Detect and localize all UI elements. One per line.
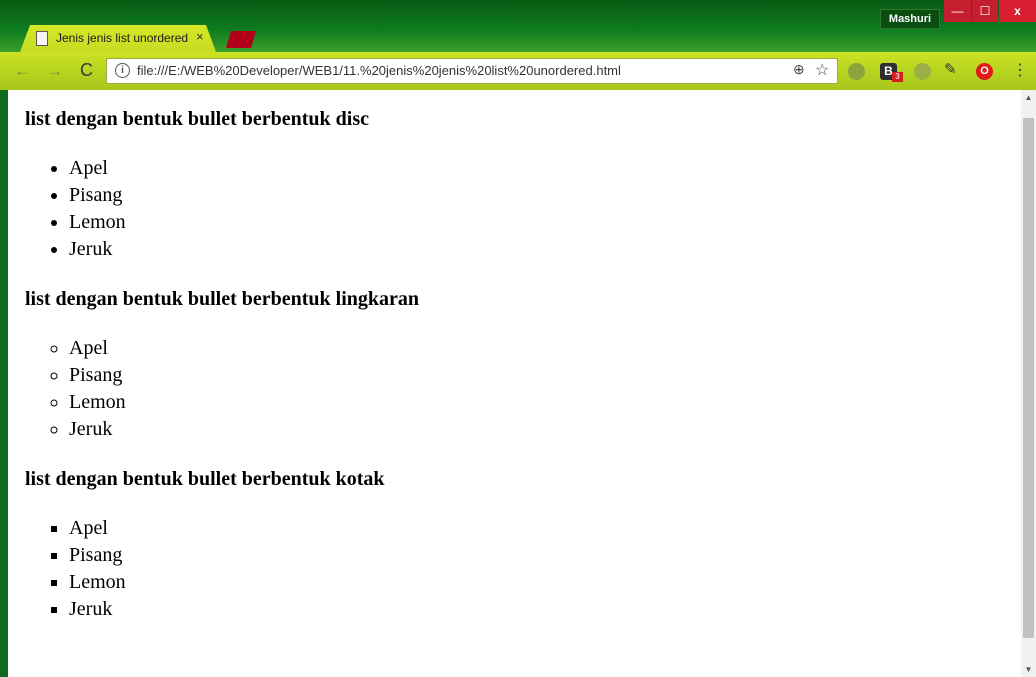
list-item: Pisang — [69, 542, 1005, 569]
section-heading: list dengan bentuk bullet berbentuk disc — [25, 108, 369, 130]
extension-icon[interactable] — [848, 63, 865, 80]
zoom-icon[interactable]: ⊕ — [793, 61, 805, 78]
profile-button[interactable]: Mashuri — [880, 9, 940, 29]
section-heading: list dengan bentuk bullet berbentuk ling… — [25, 288, 419, 310]
extension-icon[interactable] — [914, 63, 931, 80]
reload-button[interactable]: C — [80, 60, 93, 81]
list-item: Jeruk — [69, 416, 1005, 443]
unordered-list: Apel Pisang Lemon Jeruk — [25, 335, 1005, 443]
forward-button[interactable]: → — [46, 61, 63, 81]
list-item: Lemon — [69, 209, 1005, 236]
extension-badge: 3 — [892, 72, 903, 82]
scroll-up-arrow-icon[interactable]: ▲ — [1021, 90, 1036, 105]
opera-icon[interactable]: O — [976, 63, 993, 80]
list-item: Jeruk — [69, 596, 1005, 623]
list-section-disc: list dengan bentuk bullet berbentuk disc… — [25, 107, 1005, 263]
scroll-down-arrow-icon[interactable]: ▼ — [1021, 662, 1036, 677]
url-text[interactable]: file:///E:/WEB%20Developer/WEB1/11.%20je… — [137, 63, 621, 78]
back-button[interactable]: ← — [14, 61, 31, 81]
browser-tab[interactable]: Jenis jenis list unordered × — [20, 25, 216, 52]
menu-icon[interactable]: ⋮ — [1012, 60, 1028, 80]
list-section-square: list dengan bentuk bullet berbentuk kota… — [25, 467, 1005, 623]
page-icon — [36, 31, 48, 46]
minimize-button[interactable]: — — [944, 0, 971, 22]
list-item: Pisang — [69, 182, 1005, 209]
list-item: Apel — [69, 155, 1005, 182]
eyedropper-icon[interactable]: ✎ — [944, 60, 957, 78]
list-section-circle: list dengan bentuk bullet berbentuk ling… — [25, 287, 1005, 443]
tab-close-icon[interactable]: × — [196, 29, 204, 44]
list-item: Lemon — [69, 389, 1005, 416]
list-item: Lemon — [69, 569, 1005, 596]
unordered-list: Apel Pisang Lemon Jeruk — [25, 155, 1005, 263]
unordered-list: Apel Pisang Lemon Jeruk — [25, 515, 1005, 623]
tab-title: Jenis jenis list unordered — [56, 31, 189, 45]
vertical-scrollbar[interactable]: ▲ ▼ — [1021, 90, 1036, 677]
address-bar[interactable]: i file:///E:/WEB%20Developer/WEB1/11.%20… — [106, 58, 838, 84]
new-tab-button[interactable] — [226, 31, 256, 48]
title-bar: Jenis jenis list unordered × Mashuri — ☐… — [0, 0, 1036, 52]
close-window-button[interactable]: x — [999, 0, 1036, 22]
list-item: Apel — [69, 515, 1005, 542]
maximize-button[interactable]: ☐ — [972, 0, 998, 22]
section-heading: list dengan bentuk bullet berbentuk kota… — [25, 468, 385, 490]
list-item: Apel — [69, 335, 1005, 362]
page-content: list dengan bentuk bullet berbentuk disc… — [8, 90, 1021, 677]
info-icon[interactable]: i — [115, 63, 130, 78]
scrollbar-thumb[interactable] — [1023, 118, 1034, 638]
list-item: Pisang — [69, 362, 1005, 389]
browser-toolbar: ← → C i file:///E:/WEB%20Developer/WEB1/… — [0, 52, 1036, 90]
list-item: Jeruk — [69, 236, 1005, 263]
bookmark-star-icon[interactable]: ☆ — [815, 60, 829, 80]
